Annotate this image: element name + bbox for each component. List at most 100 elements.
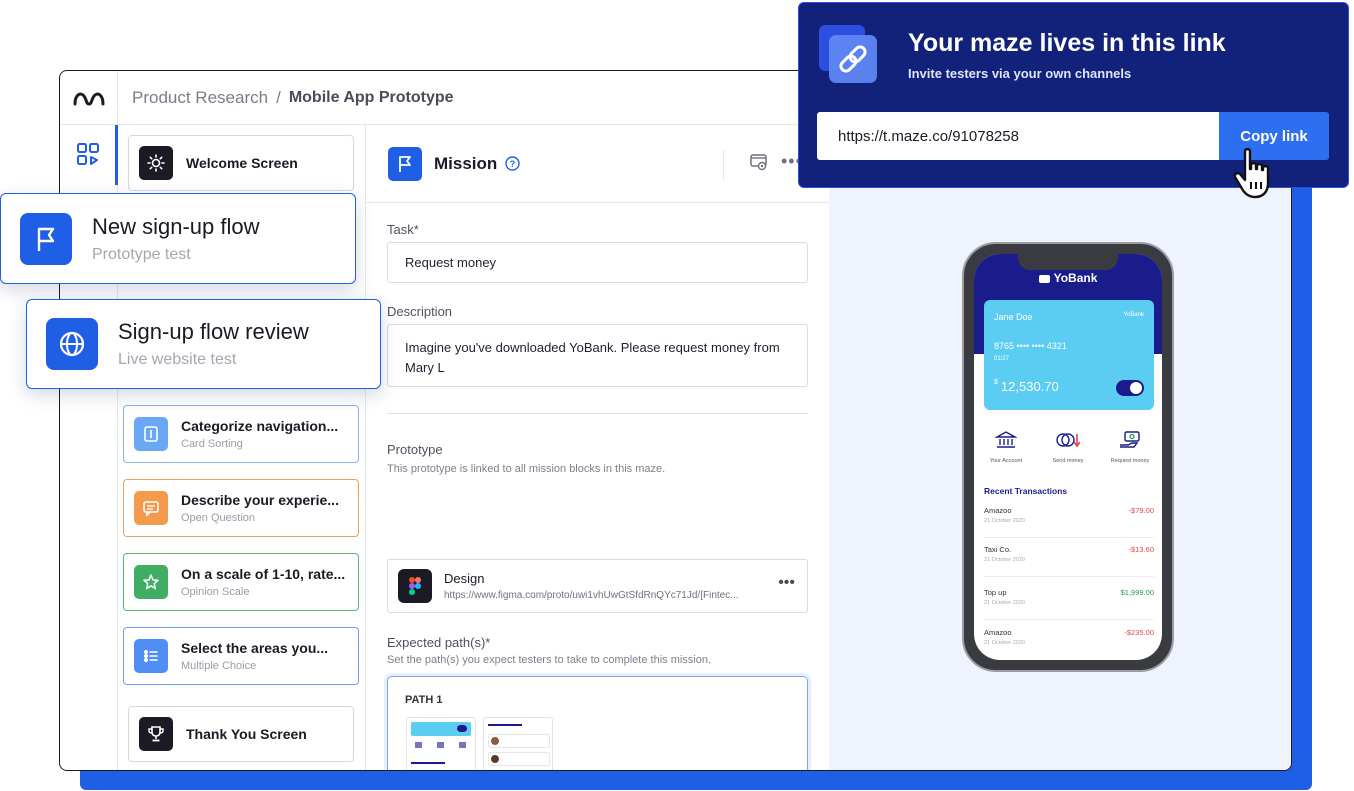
trophy-icon bbox=[139, 717, 173, 751]
card-holder: Jane Doe bbox=[994, 312, 1033, 322]
flag-icon bbox=[20, 212, 72, 265]
mission-editor: Mission ? ••• Task* Request money Descri… bbox=[366, 125, 829, 770]
task-input[interactable]: Request money bbox=[387, 242, 808, 283]
globe-icon bbox=[46, 318, 98, 370]
test-card-signup-flow-review[interactable]: Sign-up flow review Live website test bbox=[26, 299, 381, 389]
card-sort-icon bbox=[134, 417, 168, 451]
comment-icon bbox=[134, 491, 168, 525]
action-your-account[interactable]: Your Account bbox=[976, 430, 1036, 464]
design-title: Design bbox=[444, 571, 485, 586]
transaction-row[interactable]: Top up 21 October 2020 $1,999.00 bbox=[984, 582, 1154, 620]
block-welcome-screen[interactable]: Welcome Screen bbox=[128, 135, 354, 191]
design-more-icon[interactable]: ••• bbox=[778, 574, 795, 592]
phone-notch bbox=[1018, 254, 1118, 270]
tx-date: 21 October 2020 bbox=[984, 640, 1025, 646]
path-screen-thumbnail[interactable] bbox=[483, 717, 553, 770]
description-input[interactable]: Imagine you've downloaded YoBank. Please… bbox=[387, 324, 808, 387]
transaction-row[interactable]: Taxi Co. 21 October 2020 -$13.60 bbox=[984, 539, 1154, 577]
wallet-icon bbox=[1038, 274, 1050, 283]
block-card-sorting[interactable]: Categorize navigation... Card Sorting bbox=[123, 405, 359, 463]
maze-logo-icon bbox=[73, 92, 104, 106]
flag-icon bbox=[388, 146, 422, 181]
tx-amount: -$13.60 bbox=[1128, 545, 1154, 554]
sun-icon bbox=[139, 146, 173, 180]
card-balance: $12,530.70 bbox=[994, 379, 1059, 394]
action-label: Send money bbox=[1052, 458, 1084, 464]
breadcrumb-project[interactable]: Product Research bbox=[132, 88, 268, 108]
expected-paths-label: Expected path(s)* bbox=[387, 635, 491, 650]
share-title: Your maze lives in this link bbox=[908, 29, 1226, 57]
path-1-box[interactable]: PATH 1 bbox=[387, 676, 808, 770]
block-subtitle: Card Sorting bbox=[181, 438, 243, 450]
section-divider bbox=[387, 413, 808, 414]
card-toggle[interactable] bbox=[1116, 380, 1144, 396]
tx-name: Amazoo bbox=[984, 506, 1012, 515]
prototype-preview-pane: YoBank Jane Doe YoBank 8765 •••• •••• 43… bbox=[829, 125, 1291, 770]
block-title: Welcome Screen bbox=[186, 155, 298, 171]
block-thank-you-screen[interactable]: Thank You Screen bbox=[128, 706, 354, 762]
description-label: Description bbox=[387, 304, 453, 319]
tx-name: Top up bbox=[984, 588, 1007, 597]
block-open-question[interactable]: Describe your experie... Open Question bbox=[123, 479, 359, 537]
prototype-hint: This prototype is linked to all mission … bbox=[387, 463, 666, 475]
breadcrumb-separator: / bbox=[276, 87, 281, 107]
card-number: 8765 •••• •••• 4321 bbox=[994, 341, 1067, 351]
tx-amount: $1,999.00 bbox=[1120, 588, 1154, 597]
block-subtitle: Multiple Choice bbox=[181, 660, 257, 672]
test-card-title: New sign-up flow bbox=[92, 213, 260, 239]
path-screen-thumbnail[interactable] bbox=[406, 717, 476, 770]
block-title: Categorize navigation... bbox=[181, 418, 339, 434]
star-icon bbox=[134, 565, 168, 599]
phone-screen: YoBank Jane Doe YoBank 8765 •••• •••• 43… bbox=[974, 254, 1162, 660]
preview-eye-icon[interactable] bbox=[749, 153, 769, 171]
request-money-icon bbox=[1120, 431, 1140, 448]
card-expiry: 01/27 bbox=[994, 356, 1010, 362]
block-subtitle: Open Question bbox=[181, 512, 255, 524]
action-label: Request money bbox=[1110, 458, 1150, 464]
tx-date: 21 October 2020 bbox=[984, 518, 1025, 524]
block-subtitle: Opinion Scale bbox=[181, 586, 250, 598]
phone-mockup: YoBank Jane Doe YoBank 8765 •••• •••• 43… bbox=[962, 242, 1174, 672]
bank-name: YoBank bbox=[974, 271, 1162, 285]
test-card-subtitle: Prototype test bbox=[92, 245, 191, 263]
path-label: PATH 1 bbox=[405, 694, 443, 706]
tx-date: 21 October 2020 bbox=[984, 557, 1025, 563]
help-icon[interactable]: ? bbox=[505, 156, 520, 171]
share-link-field[interactable]: https://t.maze.co/91078258 bbox=[817, 112, 1219, 160]
figma-icon bbox=[398, 569, 432, 603]
test-card-subtitle: Live website test bbox=[118, 351, 237, 368]
send-money-icon bbox=[1056, 433, 1081, 448]
bank-card[interactable]: Jane Doe YoBank 8765 •••• •••• 4321 01/2… bbox=[984, 300, 1154, 410]
prototype-label: Prototype bbox=[387, 442, 443, 457]
blocks-grid-icon[interactable] bbox=[77, 143, 99, 165]
bank-icon bbox=[994, 431, 1018, 448]
breadcrumb: Product Research / Mobile App Prototype bbox=[118, 88, 454, 108]
editor-header: Mission ? ••• bbox=[366, 125, 829, 203]
list-icon bbox=[134, 639, 168, 673]
maze-logo[interactable] bbox=[60, 71, 118, 125]
breadcrumb-maze: Mobile App Prototype bbox=[288, 88, 454, 106]
recent-transactions-title: Recent Transactions bbox=[984, 486, 1068, 496]
block-title: Select the areas you... bbox=[181, 640, 329, 656]
task-label: Task* bbox=[387, 222, 419, 237]
action-request-money[interactable]: Request money bbox=[1100, 430, 1160, 464]
transaction-row[interactable]: Amazoo 21 October 2020 -$79.00 bbox=[984, 500, 1154, 538]
test-card-new-signup-flow[interactable]: New sign-up flow Prototype test bbox=[0, 193, 356, 284]
test-card-title: Sign-up flow review bbox=[118, 319, 309, 344]
design-url[interactable]: https://www.figma.com/proto/uwi1vhUwGtSf… bbox=[444, 590, 764, 601]
mission-title: Mission bbox=[434, 153, 498, 173]
tx-name: Taxi Co. bbox=[984, 545, 1012, 554]
tx-date: 21 October 2020 bbox=[984, 600, 1025, 606]
prototype-design-card[interactable]: Design https://www.figma.com/proto/uwi1v… bbox=[387, 559, 808, 613]
block-opinion-scale[interactable]: On a scale of 1-10, rate... Opinion Scal… bbox=[123, 553, 359, 611]
header-divider bbox=[723, 150, 724, 180]
block-multiple-choice[interactable]: Select the areas you... Multiple Choice bbox=[123, 627, 359, 685]
tx-name: Amazoo bbox=[984, 628, 1012, 637]
transaction-row[interactable]: Amazoo 21 October 2020 -$235.00 bbox=[984, 622, 1154, 660]
action-send-money[interactable]: Send money bbox=[1038, 430, 1098, 464]
card-brand: YoBank bbox=[1123, 312, 1144, 318]
action-label: Your Account bbox=[989, 458, 1023, 464]
share-subtitle: Invite testers via your own channels bbox=[908, 66, 1132, 81]
block-title: On a scale of 1-10, rate... bbox=[181, 566, 346, 582]
block-title: Thank You Screen bbox=[186, 726, 307, 742]
